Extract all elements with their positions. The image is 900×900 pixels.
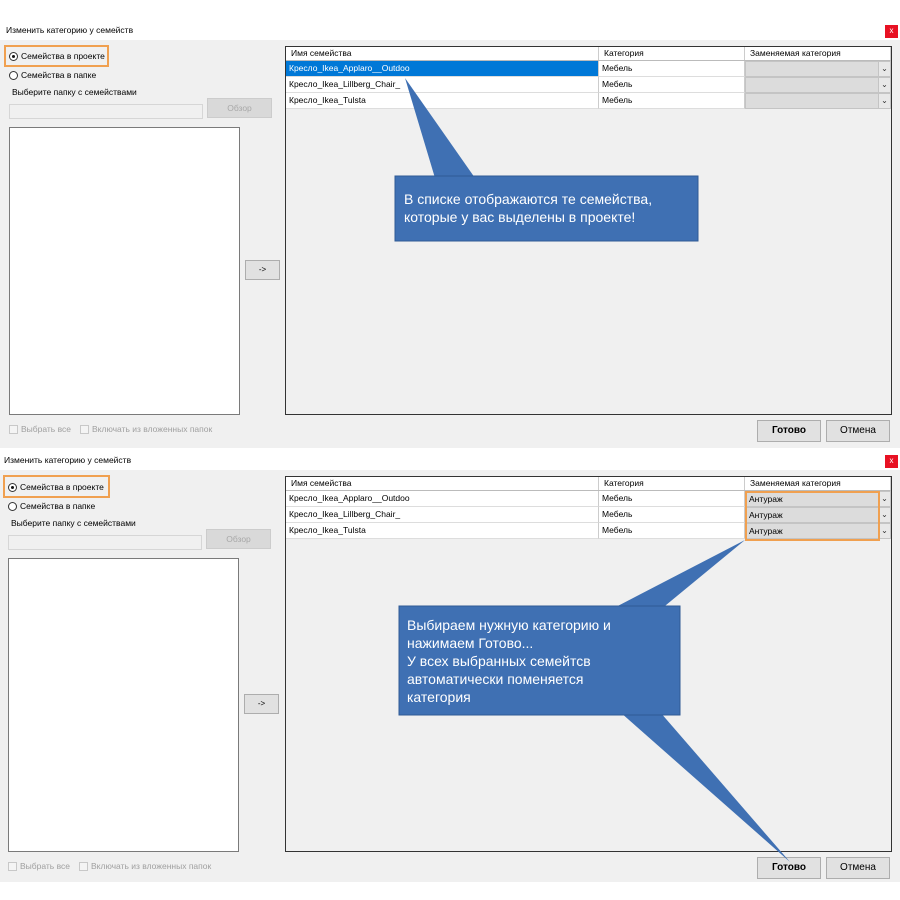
- callout-pointer: [405, 78, 475, 178]
- callout-text-bottom: Выбираем нужную категорию и нажимаем Гот…: [407, 616, 677, 706]
- callout-line: нажимаем Готово...: [407, 635, 534, 651]
- callout-line: У всех выбранных семейтсв: [407, 653, 591, 669]
- callout-pointer-up: [610, 540, 745, 610]
- callout-pointer-down: [620, 712, 790, 862]
- callout-line: Выбираем нужную категорию и: [407, 617, 611, 633]
- callout-line: категория: [407, 689, 471, 705]
- callout-text-top: В списке отображаются те семейства, кото…: [404, 191, 653, 225]
- callout-line: автоматически поменяется: [407, 671, 584, 687]
